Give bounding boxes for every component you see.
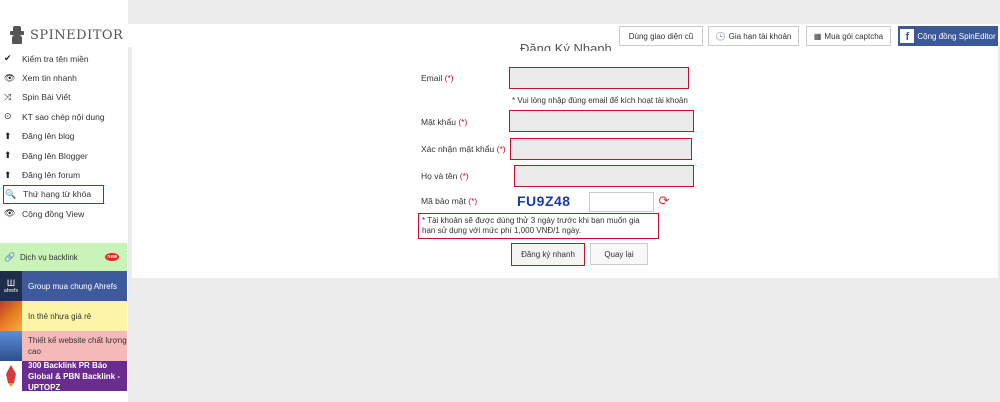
upload-icon: ⬆ (4, 130, 12, 141)
sidebar-item-label: Cộng đồng View (22, 208, 85, 219)
confirm-password-field[interactable] (510, 138, 692, 160)
upload-icon: ⬆ (4, 169, 12, 180)
refresh-captcha-icon[interactable]: ⟳ (657, 194, 671, 208)
full-name-input[interactable] (515, 166, 693, 186)
ahrefs-logo-icon: Ш ahrefs (0, 271, 22, 301)
sidebar-item-keyword-rank[interactable]: 🔍 Thứ hạng từ khóa (3, 184, 104, 205)
button-label: Mua gói captcha (824, 31, 884, 41)
back-button[interactable]: Quay lại (590, 243, 648, 265)
cards-thumb-icon (0, 301, 22, 331)
old-ui-button[interactable]: Dùng giao diện cũ (619, 26, 703, 46)
community-facebook-button[interactable]: f Cộng đồng SpinEditor (898, 26, 998, 46)
upload-icon: ⬆ (4, 150, 12, 161)
sidebar-item-label: Spin Bài Viết (22, 92, 71, 103)
logo[interactable]: SPINEDITOR (10, 26, 123, 44)
button-label: Quay lại (604, 249, 634, 259)
promo-ahrefs-group[interactable]: Ш ahrefs Group mua chung Ahrefs (0, 271, 127, 301)
copy-check-icon: ⊙ (4, 111, 12, 122)
email-input[interactable] (510, 68, 688, 88)
sidebar-menu: ✔ Kiểm tra tên miền 👁 Xem tin nhanh ⤨ Sp… (0, 49, 128, 224)
captcha-input[interactable] (590, 193, 653, 211)
button-label: Dùng giao diện cũ (628, 31, 694, 41)
full-name-label: Họ và tên (*) (421, 171, 469, 181)
sidebar-item-quick-news[interactable]: 👁 Xem tin nhanh (0, 68, 128, 87)
promo-label: Dịch vụ backlink (20, 252, 78, 262)
eye-icon: 👁 (4, 208, 16, 219)
captcha-field[interactable] (589, 192, 654, 212)
password-label: Mật khẩu (*) (421, 117, 468, 127)
email-hint: * Vui lòng nhập đúng email để kích hoạt … (512, 96, 688, 105)
full-name-field[interactable] (514, 165, 694, 187)
eye-icon: 👁 (4, 72, 16, 83)
qr-code-icon: ▦ (813, 31, 822, 41)
promo-label: Thiết kế website chất lượng cao (28, 336, 127, 356)
renew-account-button[interactable]: 🕒 Gia hạn tài khoản (708, 26, 799, 46)
web-design-thumb-icon (0, 331, 22, 361)
password-field[interactable] (509, 110, 694, 132)
promo-label: In thẻ nhựa giá rẻ (28, 311, 92, 321)
sidebar-item-label: Đăng lên blog (22, 131, 75, 142)
sidebar-item-domain-check[interactable]: ✔ Kiểm tra tên miền (0, 49, 128, 68)
logo-text: SPINEDITOR (30, 27, 124, 43)
sidebar-item-label: Kiểm tra tên miền (22, 53, 89, 64)
promo-label: Group mua chung Ahrefs (28, 281, 117, 291)
sidebar-item-community-view[interactable]: 👁 Cộng đồng View (0, 204, 128, 223)
sidebar-item-label: Đăng lên Blogger (22, 150, 88, 161)
sidebar-item-spin-article[interactable]: ⤨ Spin Bài Viết (0, 88, 128, 107)
promo-label: 300 Backlink PR Báo Global & PBN Backlin… (28, 360, 121, 392)
sidebar-item-label: Đăng lên forum (22, 170, 81, 181)
captcha-label: Mã bảo mật (*) (421, 196, 478, 206)
sidebar: SPINEDITOR ✔ Kiểm tra tên miền 👁 Xem tin… (0, 0, 128, 402)
link-icon: 🔗 (4, 251, 16, 262)
sidebar-item-post-forum[interactable]: ⬆ Đăng lên forum (0, 165, 128, 184)
button-label: Đăng ký nhanh (521, 250, 575, 259)
promo-backlink-service[interactable]: 🔗 Dịch vụ backlink new (0, 243, 127, 271)
confirm-password-input[interactable] (511, 139, 691, 159)
rocket-icon (0, 361, 22, 391)
search-icon: 🔍 (5, 188, 17, 199)
captcha-code: FU9Z48 (517, 193, 571, 209)
promo-plastic-cards[interactable]: In thẻ nhựa giá rẻ (0, 301, 127, 331)
promo-uptopz-backlink[interactable]: 300 Backlink PR Báo Global & PBN Backlin… (0, 360, 127, 392)
password-input[interactable] (510, 111, 693, 131)
new-badge: new (105, 253, 119, 261)
facebook-icon: f (900, 29, 915, 43)
buy-captcha-button[interactable]: ▦ Mua gói captcha (806, 26, 891, 46)
sidebar-item-post-blogger[interactable]: ⬆ Đăng lên Blogger (0, 146, 128, 165)
promo-web-design[interactable]: Thiết kế website chất lượng cao (0, 331, 127, 361)
sidebar-item-label: Thứ hạng từ khóa (23, 189, 92, 200)
form-title: Đăng Ký Nhanh (520, 41, 612, 51)
submit-button[interactable]: Đăng ký nhanh (511, 243, 585, 266)
clock-icon: 🕒 (715, 31, 726, 41)
email-label: Email (*) (421, 73, 454, 83)
confirm-password-label: Xác nhận mật khẩu (*) (421, 144, 506, 154)
sidebar-item-post-blog[interactable]: ⬆ Đăng lên blog (0, 127, 128, 146)
shuffle-icon: ⤨ (4, 91, 12, 102)
button-label: Gia hạn tài khoản (728, 31, 792, 41)
check-icon: ✔ (4, 53, 12, 64)
email-field[interactable] (509, 67, 689, 89)
button-label: Cộng đồng SpinEditor (917, 31, 996, 41)
sidebar-item-label: KT sao chép nội dung (22, 111, 105, 122)
spy-logo-icon (10, 26, 24, 44)
trial-notice: * Tài khoản sẽ được dùng thử 3 ngày trướ… (418, 213, 659, 239)
sidebar-item-copy-check[interactable]: ⊙ KT sao chép nội dung (0, 107, 128, 126)
sidebar-item-label: Xem tin nhanh (22, 73, 77, 84)
